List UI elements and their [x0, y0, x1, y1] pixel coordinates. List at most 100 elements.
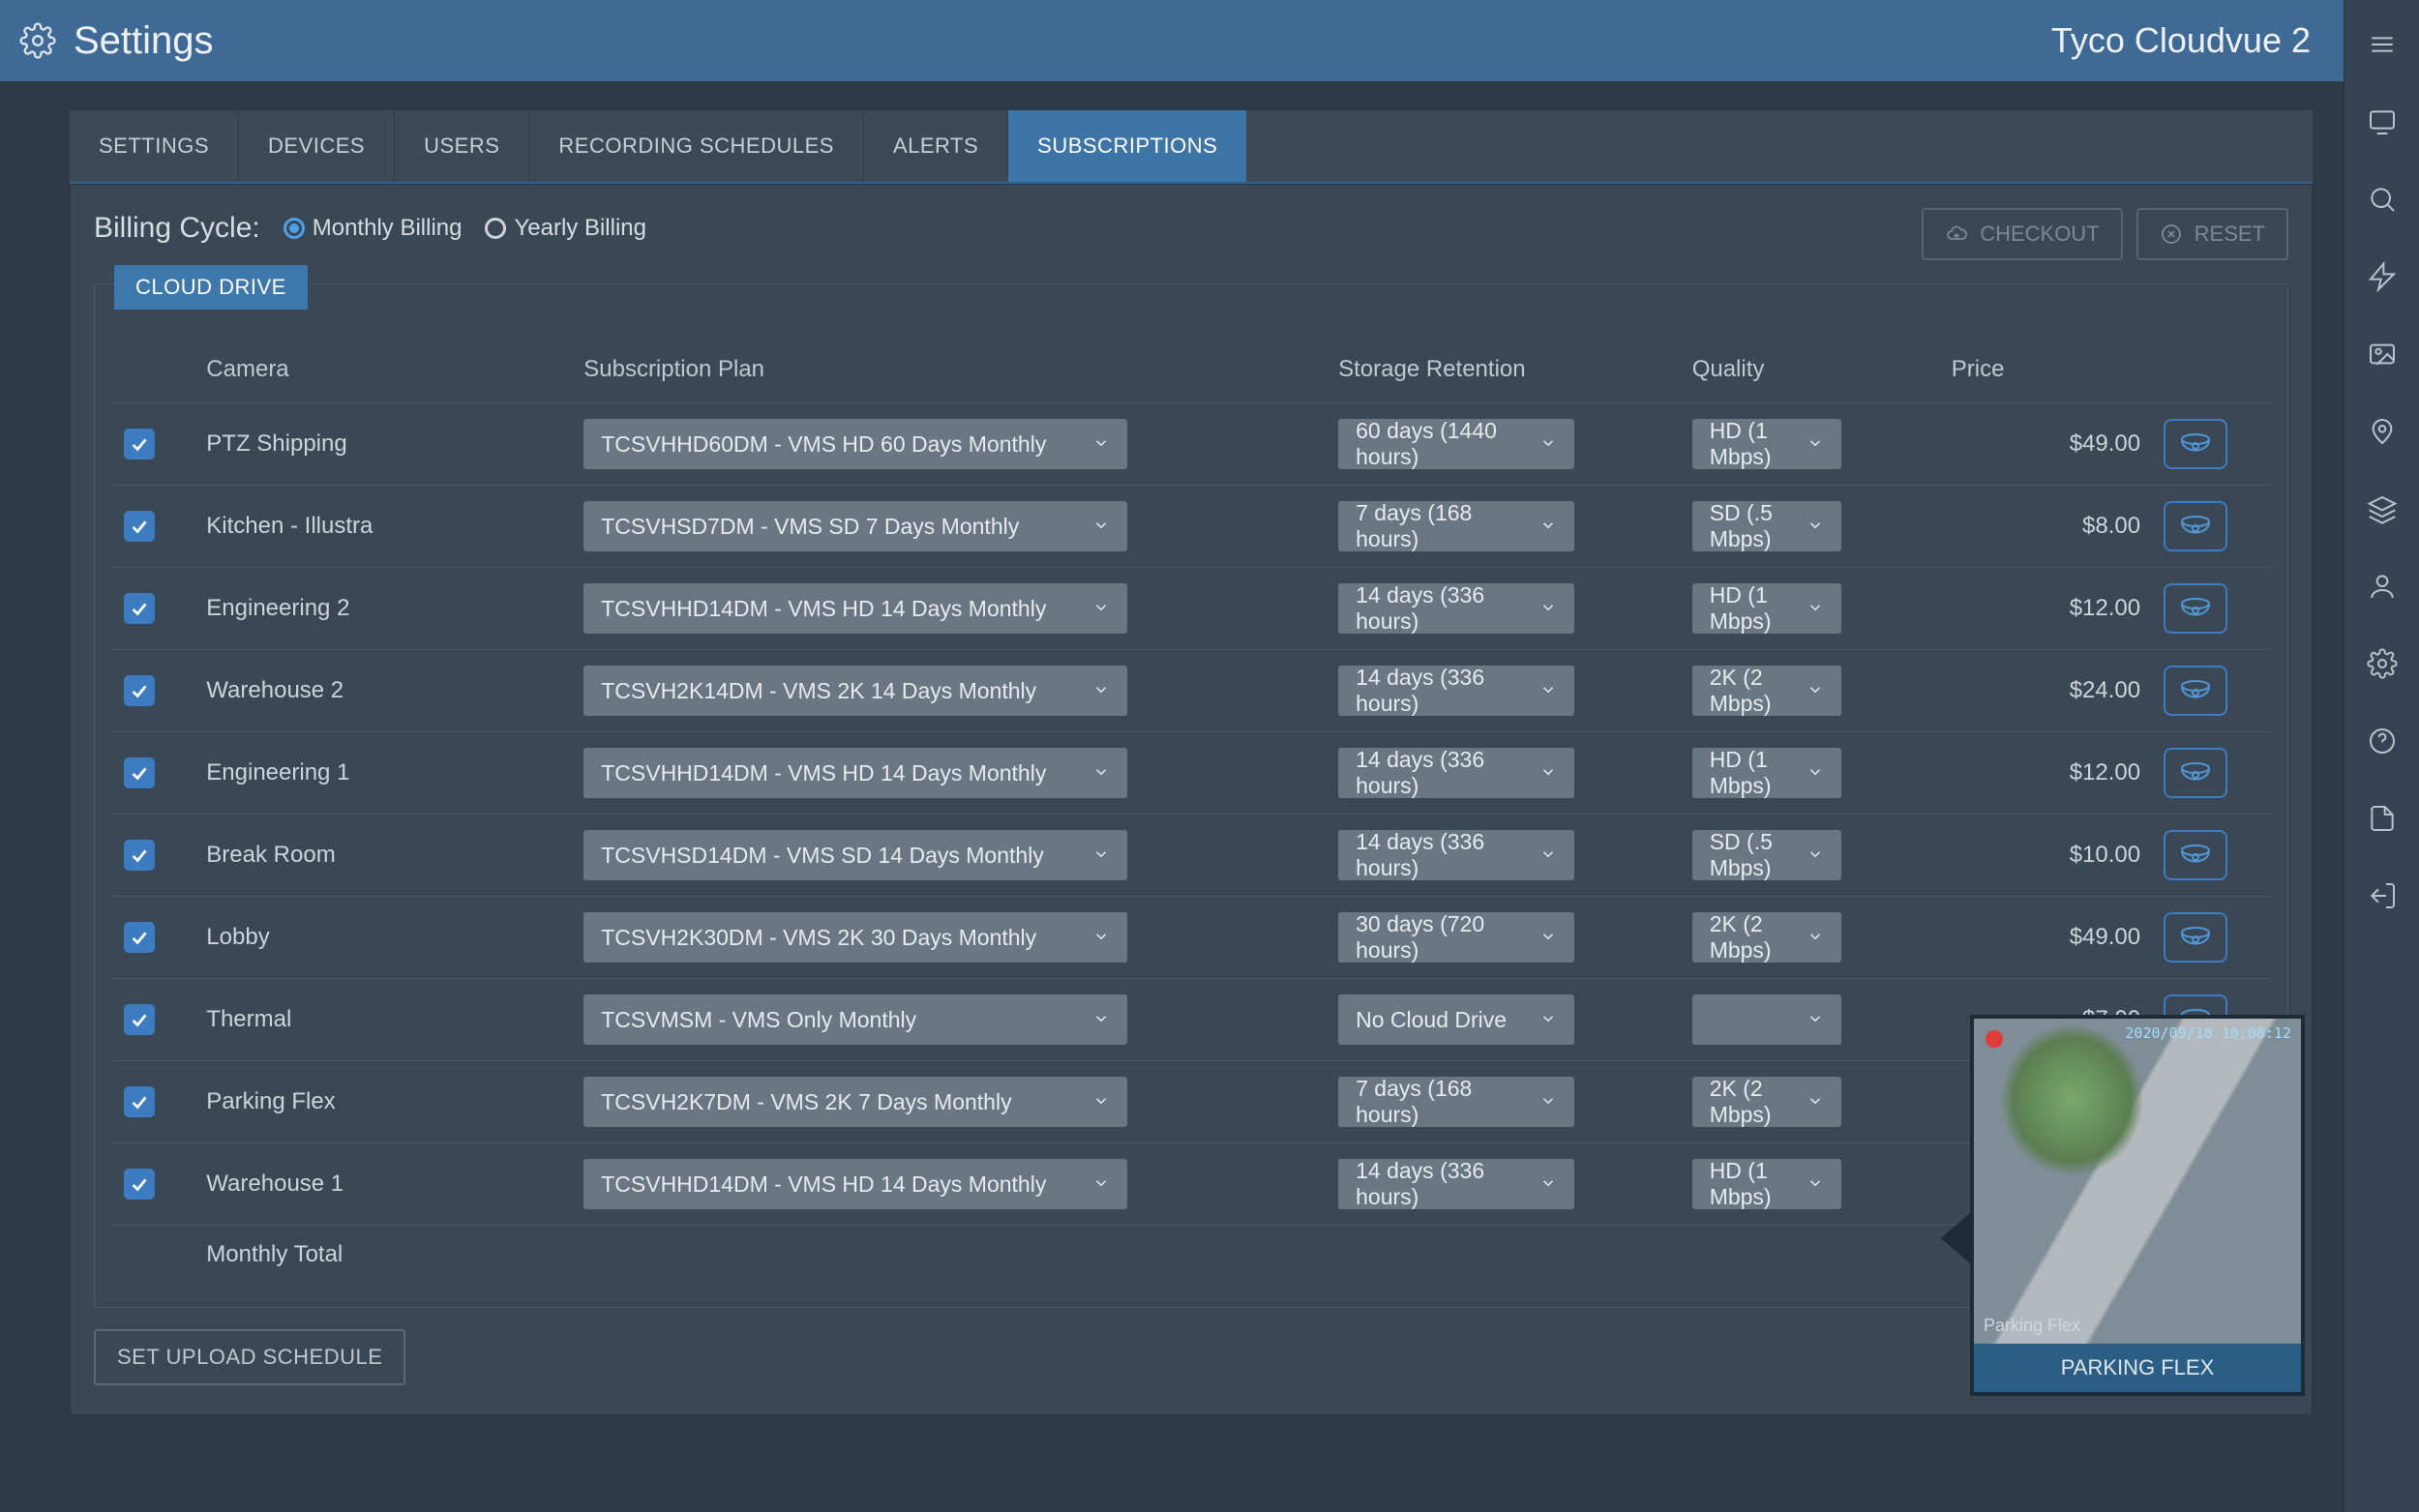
- plan-select[interactable]: TCSVHHD14DM - VMS HD 14 Days Monthly: [583, 748, 1127, 798]
- retention-select[interactable]: 14 days (336 hours): [1338, 830, 1574, 880]
- chevron-down-icon: [1539, 596, 1557, 622]
- billing-yearly-radio[interactable]: Yearly Billing: [485, 215, 646, 242]
- retention-select[interactable]: 7 days (168 hours): [1338, 501, 1574, 551]
- quality-select[interactable]: HD (1 Mbps): [1692, 1159, 1841, 1209]
- row-checkbox[interactable]: [124, 593, 155, 624]
- chevron-down-icon: [1092, 760, 1110, 786]
- camera-preview-popover: 2020/09/18 10:08:12 Parking Flex PARKING…: [1970, 1015, 2305, 1396]
- plan-select[interactable]: TCSVH2K14DM - VMS 2K 14 Days Monthly: [583, 666, 1127, 716]
- chevron-down-icon: [1539, 1007, 1557, 1033]
- table-row: Engineering 1 TCSVHHD14DM - VMS HD 14 Da…: [112, 732, 2270, 815]
- chevron-down-icon: [1539, 678, 1557, 704]
- camera-name: PTZ Shipping: [194, 403, 572, 486]
- col-price: Price: [1940, 342, 2152, 403]
- plan-select[interactable]: TCSVHHD14DM - VMS HD 14 Days Monthly: [583, 583, 1127, 634]
- note-icon[interactable]: [2365, 801, 2400, 836]
- quality-select[interactable]: 2K (2 Mbps): [1692, 1077, 1841, 1127]
- quality-select[interactable]: SD (.5 Mbps): [1692, 830, 1841, 880]
- tab-devices[interactable]: DEVICES: [239, 110, 395, 182]
- quality-select[interactable]: [1692, 994, 1841, 1045]
- price-value: $8.00: [1940, 486, 2152, 568]
- row-checkbox[interactable]: [124, 757, 155, 788]
- chevron-down-icon: [1807, 596, 1824, 622]
- tab-settings[interactable]: SETTINGS: [70, 110, 239, 182]
- chevron-down-icon: [1807, 431, 1824, 458]
- row-checkbox[interactable]: [124, 511, 155, 542]
- row-checkbox[interactable]: [124, 1086, 155, 1117]
- cloud-drive-section: CLOUD DRIVE Camera Subscription Plan Sto…: [94, 283, 2288, 1308]
- preview-camera-button[interactable]: [2164, 583, 2227, 634]
- plan-select[interactable]: TCSVHSD7DM - VMS SD 7 Days Monthly: [583, 501, 1127, 551]
- cloud-drive-table: Camera Subscription Plan Storage Retenti…: [112, 342, 2270, 1284]
- record-indicator-icon: [1986, 1030, 2003, 1048]
- chevron-down-icon: [1539, 843, 1557, 869]
- tab-users[interactable]: USERS: [395, 110, 529, 182]
- camera-name: Engineering 1: [194, 732, 572, 815]
- plan-select[interactable]: TCSVH2K7DM - VMS 2K 7 Days Monthly: [583, 1077, 1127, 1127]
- preview-camera-button[interactable]: [2164, 748, 2227, 798]
- retention-select[interactable]: 60 days (1440 hours): [1338, 419, 1574, 469]
- tab-subscriptions[interactable]: SUBSCRIPTIONS: [1008, 110, 1246, 182]
- row-checkbox[interactable]: [124, 840, 155, 871]
- quality-select[interactable]: HD (1 Mbps): [1692, 748, 1841, 798]
- monitor-icon[interactable]: [2365, 104, 2400, 139]
- plan-select[interactable]: TCSVHHD14DM - VMS HD 14 Days Monthly: [583, 1159, 1127, 1209]
- image-icon[interactable]: [2365, 337, 2400, 371]
- row-checkbox[interactable]: [124, 429, 155, 460]
- chevron-down-icon: [1539, 514, 1557, 540]
- preview-camera-button[interactable]: [2164, 912, 2227, 963]
- right-nav-rail: [2344, 0, 2419, 1512]
- quality-select[interactable]: 2K (2 Mbps): [1692, 912, 1841, 963]
- chevron-down-icon: [1807, 514, 1824, 540]
- camera-preview-image: 2020/09/18 10:08:12 Parking Flex: [1970, 1015, 2305, 1344]
- plan-select[interactable]: TCSVH2K30DM - VMS 2K 30 Days Monthly: [583, 912, 1127, 963]
- preview-camera-button[interactable]: [2164, 501, 2227, 551]
- retention-select[interactable]: 14 days (336 hours): [1338, 1159, 1574, 1209]
- chevron-down-icon: [1539, 431, 1557, 458]
- plan-select[interactable]: TCSVMSM - VMS Only Monthly: [583, 994, 1127, 1045]
- retention-select[interactable]: No Cloud Drive: [1338, 994, 1574, 1045]
- table-row: Warehouse 2 TCSVH2K14DM - VMS 2K 14 Days…: [112, 650, 2270, 732]
- layers-icon[interactable]: [2365, 491, 2400, 526]
- quality-select[interactable]: HD (1 Mbps): [1692, 419, 1841, 469]
- retention-select[interactable]: 14 days (336 hours): [1338, 583, 1574, 634]
- billing-monthly-radio[interactable]: Monthly Billing: [284, 215, 463, 242]
- set-upload-schedule-button[interactable]: SET UPLOAD SCHEDULE: [94, 1329, 405, 1385]
- cloud-drive-tag: CLOUD DRIVE: [114, 265, 308, 310]
- table-row: Engineering 2 TCSVHHD14DM - VMS HD 14 Da…: [112, 568, 2270, 650]
- row-checkbox[interactable]: [124, 1004, 155, 1035]
- retention-select[interactable]: 7 days (168 hours): [1338, 1077, 1574, 1127]
- retention-select[interactable]: 14 days (336 hours): [1338, 748, 1574, 798]
- bolt-icon[interactable]: [2365, 259, 2400, 294]
- user-icon[interactable]: [2365, 569, 2400, 604]
- tab-alerts[interactable]: ALERTS: [864, 110, 1008, 182]
- retention-select[interactable]: 30 days (720 hours): [1338, 912, 1574, 963]
- col-retention: Storage Retention: [1327, 342, 1681, 403]
- tab-recording-schedules[interactable]: RECORDING SCHEDULES: [529, 110, 864, 182]
- preview-camera-button[interactable]: [2164, 419, 2227, 469]
- menu-icon[interactable]: [2365, 27, 2400, 62]
- row-checkbox[interactable]: [124, 675, 155, 706]
- retention-select[interactable]: 14 days (336 hours): [1338, 666, 1574, 716]
- quality-select[interactable]: 2K (2 Mbps): [1692, 666, 1841, 716]
- plan-select[interactable]: TCSVHHD60DM - VMS HD 60 Days Monthly: [583, 419, 1127, 469]
- preview-camera-button[interactable]: [2164, 666, 2227, 716]
- plan-select[interactable]: TCSVHSD14DM - VMS SD 14 Days Monthly: [583, 830, 1127, 880]
- help-icon[interactable]: [2365, 724, 2400, 758]
- logout-icon[interactable]: [2365, 878, 2400, 913]
- reset-button[interactable]: RESET: [2136, 208, 2288, 260]
- table-row: Lobby TCSVH2K30DM - VMS 2K 30 Days Month…: [112, 897, 2270, 979]
- preview-camera-button[interactable]: [2164, 830, 2227, 880]
- search-icon[interactable]: [2365, 182, 2400, 217]
- pin-icon[interactable]: [2365, 414, 2400, 449]
- row-checkbox[interactable]: [124, 922, 155, 953]
- price-value: $24.00: [1940, 650, 2152, 732]
- row-checkbox[interactable]: [124, 1169, 155, 1200]
- gear-icon[interactable]: [2365, 646, 2400, 681]
- col-camera: Camera: [194, 342, 572, 403]
- quality-select[interactable]: HD (1 Mbps): [1692, 583, 1841, 634]
- checkout-button[interactable]: CHECKOUT: [1922, 208, 2122, 260]
- quality-select[interactable]: SD (.5 Mbps): [1692, 501, 1841, 551]
- page-title: Settings: [74, 19, 2051, 63]
- chevron-down-icon: [1807, 1171, 1824, 1198]
